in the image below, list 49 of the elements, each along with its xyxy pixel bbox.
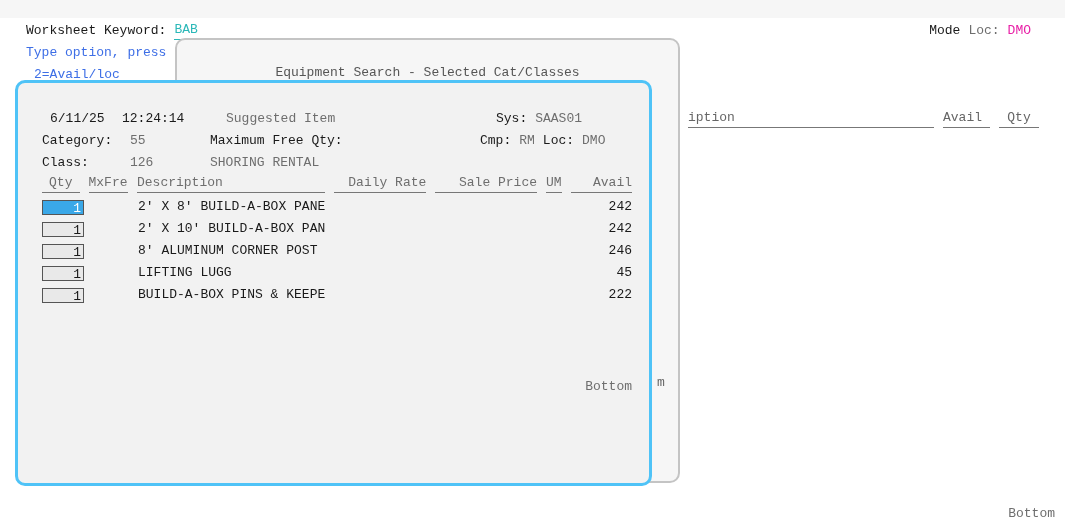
loc-label: Loc: (542, 132, 575, 150)
table-cell-text: 222 (607, 286, 632, 304)
keyword-label: Worksheet Keyword: (26, 22, 167, 40)
column-header: UM (546, 174, 562, 193)
class-name: SHORING RENTAL (210, 154, 320, 172)
sys-value: SAAS01 (535, 110, 583, 128)
table-cell-text: 246 (607, 242, 632, 260)
table-cell-text: 8' ALUMINUM CORNER POST (138, 242, 319, 260)
cmp-label: Cmp: (480, 132, 512, 150)
dialog-heading: Suggested Item (226, 110, 337, 128)
column-header: Avail (943, 109, 990, 128)
cmp-value: RM (519, 132, 535, 150)
category-value: 55 (130, 132, 147, 150)
max-free-label: Maximum Free Qty: (210, 132, 344, 150)
loc-value: DMO (582, 132, 606, 150)
qty-field[interactable]: 1 (42, 243, 84, 259)
column-header: Qty (999, 109, 1039, 128)
column-header: Description (137, 174, 325, 193)
instruction-text: Type option, press (26, 44, 167, 62)
column-header: MxFre (88, 174, 128, 193)
bottom-indicator: Bottom (585, 378, 632, 396)
table-cell-text: 242 (607, 198, 632, 216)
category-label: Category: (42, 132, 114, 150)
column-header: Sale Price (435, 174, 537, 193)
window-title: Equipment Search - Selected Cat/Classes (274, 65, 581, 80)
bottom-indicator: Bottom (1008, 506, 1055, 521)
column-header: Avail (570, 174, 632, 193)
table-cell-text: 2' X 8' BUILD-A-BOX PANE (138, 198, 327, 216)
column-header: Daily Rate (333, 174, 427, 193)
column-header: Qty (42, 174, 80, 193)
date-text: 6/11/25 (49, 110, 106, 128)
loc-label: Loc: (968, 22, 1000, 40)
table-cell-text: 242 (607, 220, 632, 238)
partial-text: m (657, 375, 665, 390)
loc-value: DMO (1007, 22, 1031, 40)
qty-field[interactable]: 1 (42, 287, 84, 303)
table-cell-text: BUILD-A-BOX PINS & KEEPE (138, 286, 327, 304)
class-value: 126 (130, 154, 155, 172)
sys-label: Sys: (496, 110, 528, 128)
column-header: iption (688, 109, 934, 128)
qty-field[interactable]: 1 (42, 265, 84, 281)
table-cell-text: 45 (615, 264, 632, 282)
table-cell-text: LIFTING LUGG (138, 264, 233, 282)
option-text: 2=Avail/loc (33, 66, 120, 84)
class-label: Class: (42, 154, 90, 172)
time-text: 12:24:14 (122, 110, 186, 128)
mode-label: Mode (929, 22, 961, 40)
qty-field[interactable]: 1 (42, 221, 84, 237)
table-cell-text: 2' X 10' BUILD-A-BOX PAN (138, 220, 327, 238)
